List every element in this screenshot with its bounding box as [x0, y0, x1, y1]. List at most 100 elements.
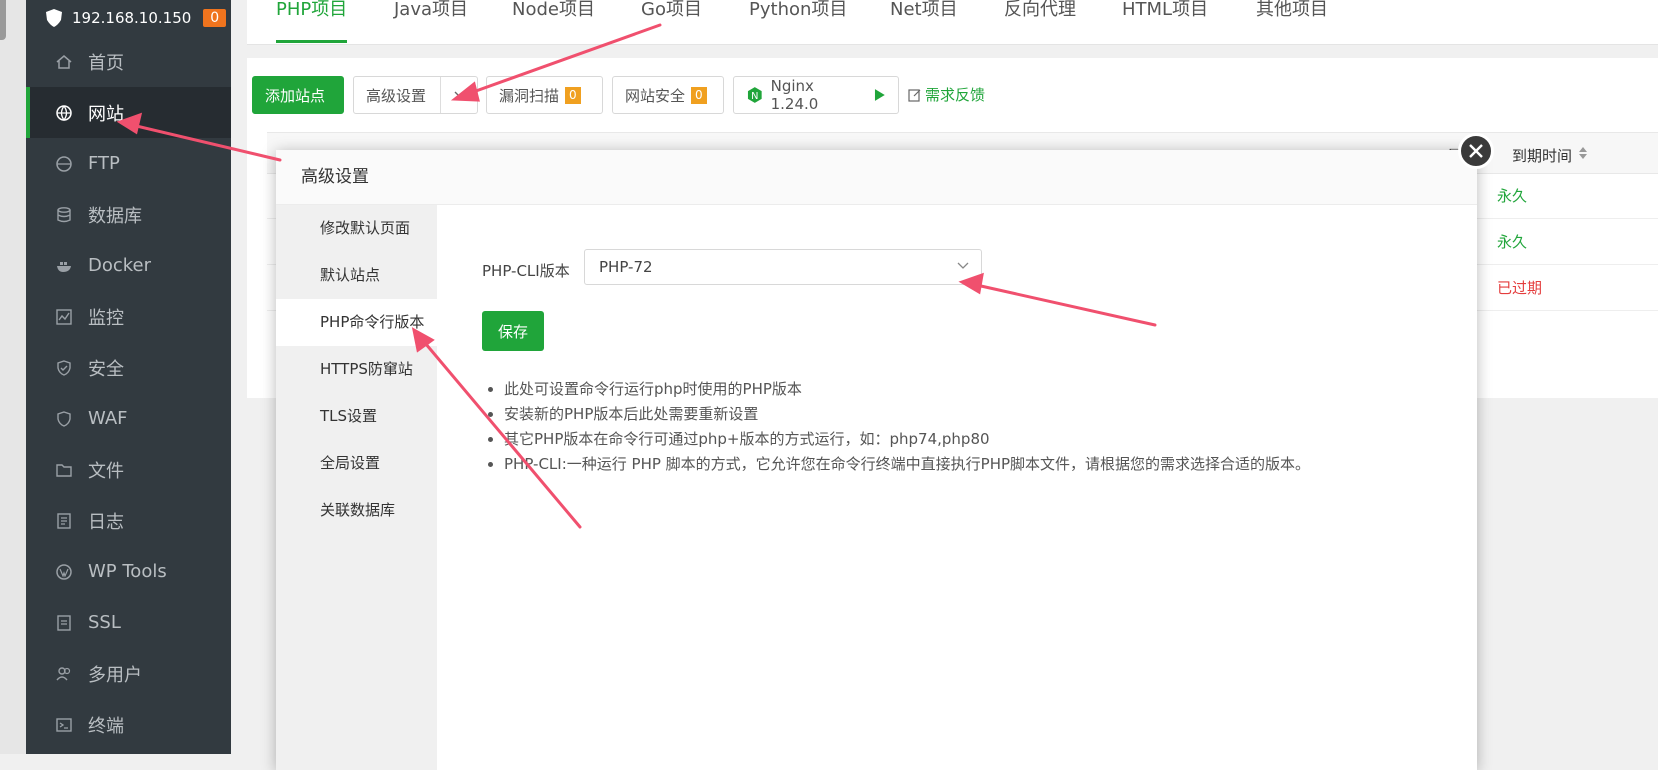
sidebar-item-label: SSL: [88, 612, 121, 633]
play-icon[interactable]: [874, 88, 886, 102]
expire-cell[interactable]: 永久: [1497, 185, 1527, 206]
sidebar-item-multi-user[interactable]: 多用户: [26, 648, 231, 699]
nginx-version-label: Nginx 1.24.0: [770, 77, 819, 113]
site-security-button[interactable]: 网站安全 0: [612, 76, 724, 114]
tab-reverse-proxy[interactable]: 反向代理: [1004, 0, 1076, 40]
tab-python[interactable]: Python项目: [749, 0, 847, 40]
terminal-icon: [54, 715, 74, 735]
waf-icon: [54, 409, 74, 429]
tips-list: 此处可设置命令行运行php时使用的PHP版本 安装新的PHP版本后此处需要重新设…: [482, 377, 1310, 477]
sidebar-item-label: 数据库: [88, 205, 142, 227]
sidebar-menu: 首页 网站 FTP 数据库 Docker 监控 安全 WAF 文件 日志 WP …: [26, 36, 231, 750]
php-version-value: PHP-72: [599, 258, 653, 276]
sidebar-item-files[interactable]: 文件: [26, 444, 231, 495]
sort-icon[interactable]: [1578, 146, 1588, 160]
edge-handle: [0, 0, 6, 40]
tab-php[interactable]: PHP项目: [276, 0, 348, 43]
save-button[interactable]: 保存: [482, 311, 544, 351]
close-button[interactable]: [1458, 133, 1494, 169]
expire-cell[interactable]: 永久: [1497, 231, 1527, 252]
feedback-label: 需求反馈: [925, 86, 986, 104]
add-site-label: 添加站点: [265, 86, 326, 105]
php-version-select[interactable]: PHP-72: [584, 249, 982, 285]
tab-go[interactable]: Go项目: [641, 0, 702, 40]
feedback-link[interactable]: 需求反馈: [908, 84, 985, 105]
sidebar-item-docker[interactable]: Docker: [26, 240, 231, 291]
sidebar-item-label: 首页: [88, 52, 124, 74]
tab-java[interactable]: Java项目: [394, 0, 468, 40]
shield-logo-icon: [46, 9, 62, 27]
chevron-down-icon[interactable]: [440, 77, 478, 113]
sidebar-item-ssl[interactable]: SSL: [26, 597, 231, 648]
sidebar-item-monitor[interactable]: 监控: [26, 291, 231, 342]
sidebar-item-label: Docker: [88, 255, 152, 276]
database-icon: [54, 205, 74, 225]
save-label: 保存: [497, 322, 528, 341]
window-edge: [0, 0, 27, 754]
add-site-button[interactable]: 添加站点: [252, 76, 344, 114]
expire-cell[interactable]: 已过期: [1497, 277, 1542, 298]
vuln-scan-button[interactable]: 漏洞扫描 0: [486, 76, 603, 114]
sidebar-item-wp-tools[interactable]: WP Tools: [26, 546, 231, 597]
sidebar-item-label: WAF: [88, 408, 128, 429]
close-icon: [1469, 144, 1483, 158]
modal-body: PHP-CLI版本 PHP-72 保存 此处可设置命令行运行php时使用的PHP…: [437, 205, 1477, 770]
list-item: 此处可设置命令行运行php时使用的PHP版本: [504, 377, 1310, 402]
tab-net[interactable]: Net项目: [890, 0, 958, 40]
shield-icon: [54, 358, 74, 378]
sidebar-item-logs[interactable]: 日志: [26, 495, 231, 546]
list-item: 安装新的PHP版本后此处需要重新设置: [504, 402, 1310, 427]
sidebar-item-terminal[interactable]: 终端: [26, 699, 231, 750]
chevron-down-icon: [957, 262, 969, 269]
nginx-button[interactable]: N Nginx 1.24.0: [733, 76, 899, 114]
column-expire[interactable]: 到期时间: [1512, 145, 1572, 166]
list-item: 其它PHP版本在命令行可通过php+版本的方式运行，如：php74,php80: [504, 427, 1310, 452]
side-item-default-page[interactable]: 修改默认页面: [276, 205, 437, 252]
sidebar-item-label: 多用户: [88, 664, 142, 686]
log-icon: [54, 511, 74, 531]
sidebar-item-security[interactable]: 安全: [26, 342, 231, 393]
sidebar-item-label: 监控: [88, 307, 124, 329]
sidebar-item-waf[interactable]: WAF: [26, 393, 231, 444]
vuln-scan-label: 漏洞扫描: [499, 86, 560, 105]
sidebar: 192.168.10.150 0 首页 网站 FTP 数据库 Docker 监控…: [26, 0, 231, 754]
sidebar-item-label: 文件: [88, 460, 124, 482]
site-security-label: 网站安全: [625, 86, 686, 105]
project-tabs: PHP项目 Java项目 Node项目 Go项目 Python项目 Net项目 …: [247, 0, 1658, 45]
advanced-settings-modal: 高级设置 修改默认页面 默认站点 PHP命令行版本 HTTPS防窜站 TLS设置…: [276, 133, 1494, 770]
side-item-tls[interactable]: TLS设置: [276, 393, 437, 440]
modal-title: 高级设置: [276, 150, 1477, 205]
tab-other[interactable]: 其他项目: [1256, 0, 1328, 40]
monitor-icon: [54, 307, 74, 327]
side-item-database[interactable]: 关联数据库: [276, 487, 437, 534]
list-item: PHP-CLI:一种运行 PHP 脚本的方式，它允许您在命令行终端中直接执行PH…: [504, 452, 1310, 477]
server-ip: 192.168.10.150: [72, 9, 192, 27]
docker-icon: [54, 256, 74, 276]
nginx-icon: N: [747, 87, 762, 103]
php-cli-label: PHP-CLI版本: [482, 262, 570, 280]
sidebar-item-home[interactable]: 首页: [26, 36, 231, 87]
sidebar-item-label: FTP: [88, 153, 120, 174]
side-item-default-site[interactable]: 默认站点: [276, 252, 437, 299]
home-icon: [54, 52, 74, 72]
side-item-https-protect[interactable]: HTTPS防窜站: [276, 346, 437, 393]
sidebar-item-ftp[interactable]: FTP: [26, 138, 231, 189]
sidebar-item-database[interactable]: 数据库: [26, 189, 231, 240]
alert-badge[interactable]: 0: [203, 9, 227, 27]
side-item-global[interactable]: 全局设置: [276, 440, 437, 487]
advanced-settings-button[interactable]: 高级设置: [353, 76, 478, 114]
sidebar-item-label: 安全: [88, 358, 124, 380]
folder-icon: [54, 460, 74, 480]
tab-node[interactable]: Node项目: [512, 0, 595, 40]
advanced-settings-label: 高级设置: [366, 86, 427, 105]
security-count-badge: 0: [691, 86, 707, 104]
modal-side-menu: 修改默认页面 默认站点 PHP命令行版本 HTTPS防窜站 TLS设置 全局设置…: [276, 205, 437, 770]
vuln-count-badge: 0: [565, 86, 581, 104]
tab-html[interactable]: HTML项目: [1122, 0, 1208, 40]
edit-icon: [908, 88, 921, 102]
globe-icon: [54, 103, 74, 123]
sidebar-item-website[interactable]: 网站: [26, 87, 231, 138]
side-item-php-cli[interactable]: PHP命令行版本: [276, 299, 437, 346]
ssl-icon: [54, 613, 74, 633]
server-info: 192.168.10.150 0: [26, 0, 231, 36]
